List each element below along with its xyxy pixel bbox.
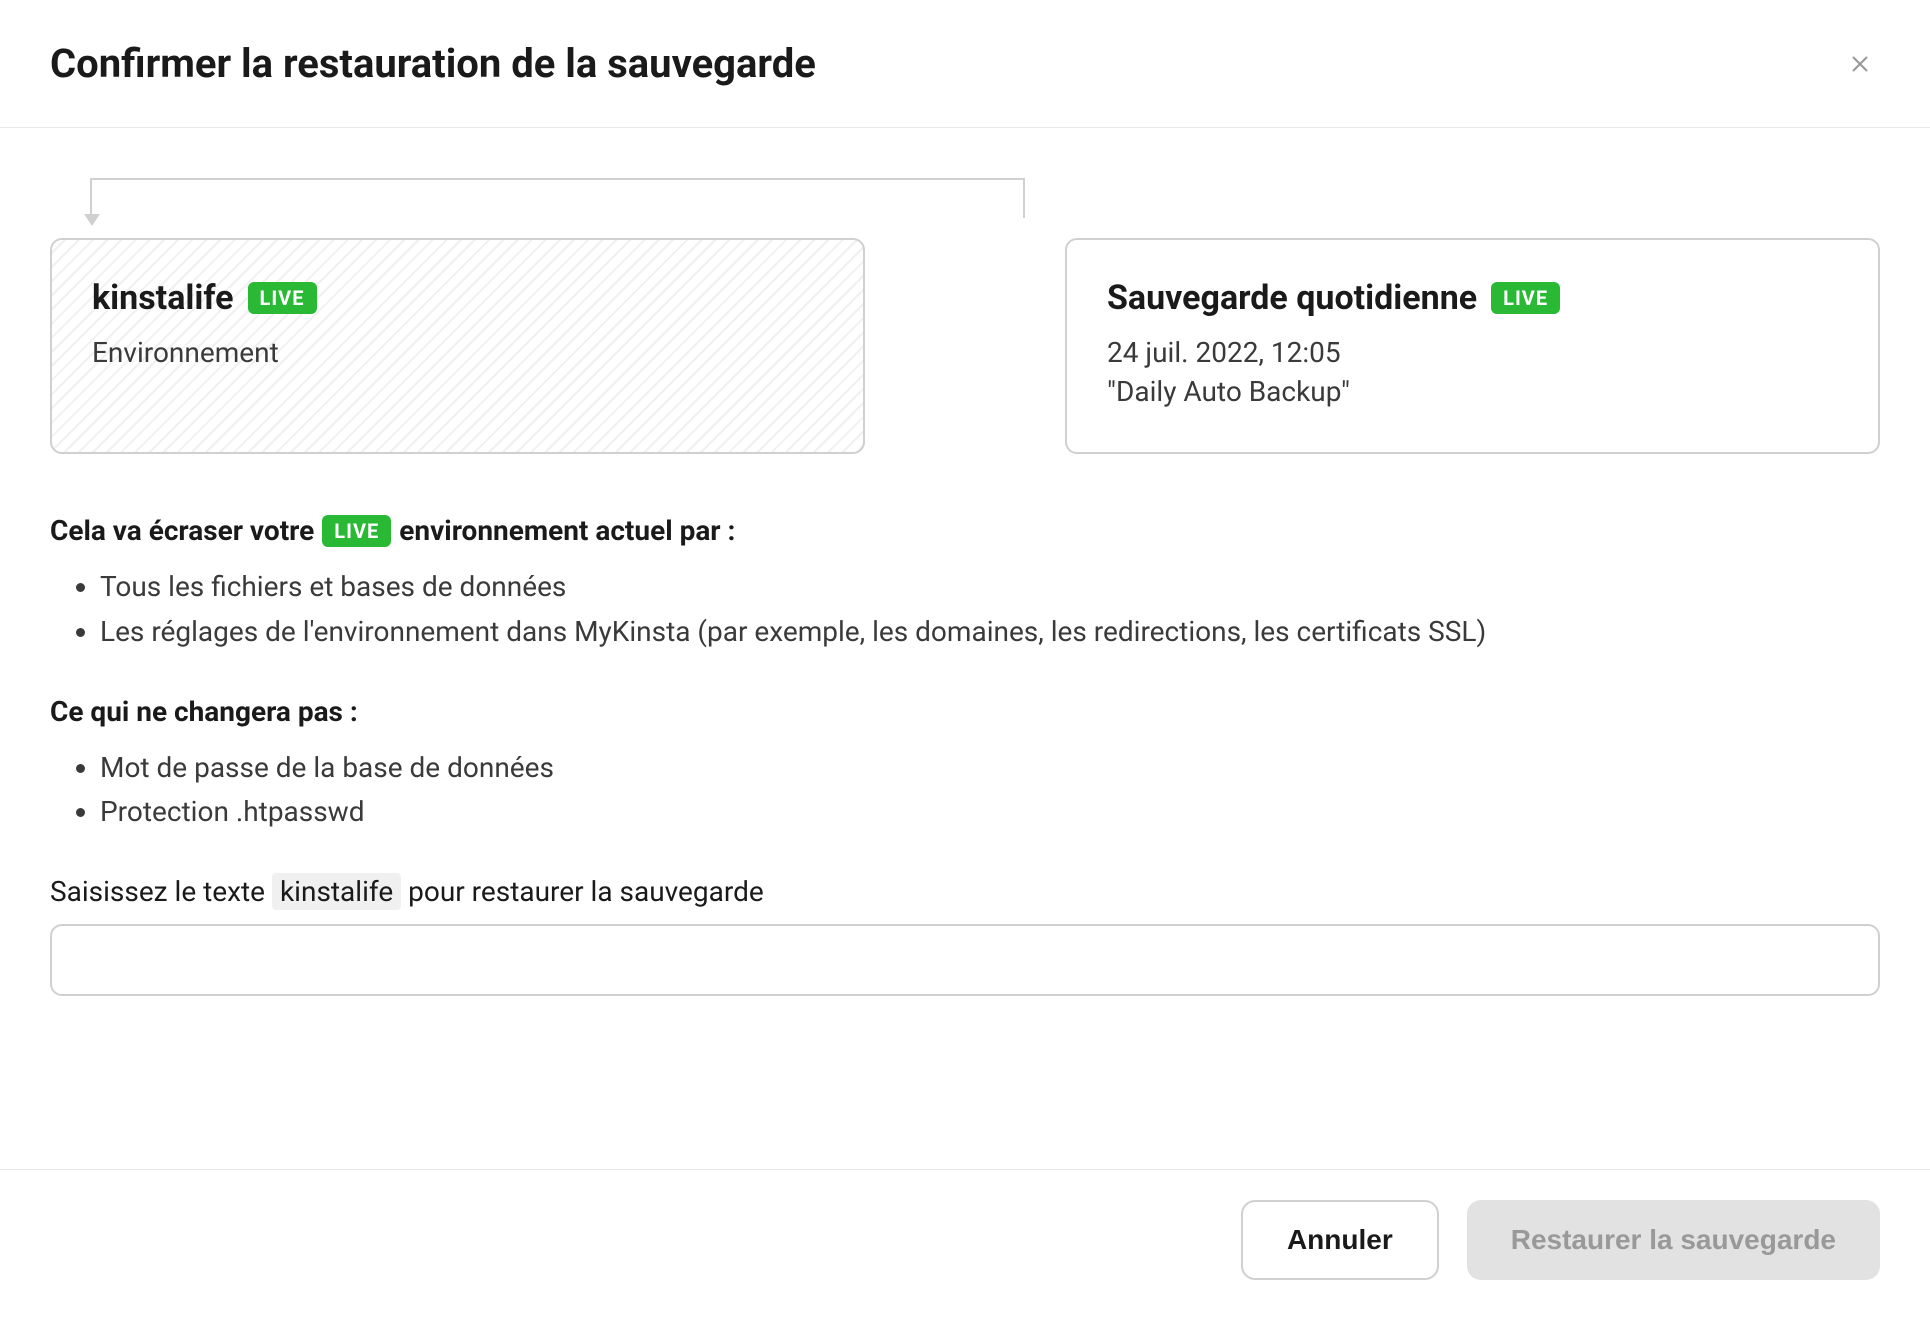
- confirm-suffix: pour restaurer la sauvegarde: [408, 875, 764, 908]
- overwrite-warning: Cela va écraser votre LIVE environnement…: [50, 514, 1880, 547]
- target-subtitle: Environnement: [92, 336, 823, 369]
- live-badge: LIVE: [322, 515, 391, 547]
- source-title: Sauvegarde quotidienne: [1107, 278, 1477, 318]
- flow-arrow: [50, 178, 1880, 238]
- modal-header: Confirmer la restauration de la sauvegar…: [0, 0, 1930, 128]
- confirm-instruction: Saisissez le texte kinstalife pour resta…: [50, 875, 1880, 908]
- source-backup-card: Sauvegarde quotidienne LIVE 24 juil. 202…: [1065, 238, 1880, 454]
- modal-footer: Annuler Restaurer la sauvegarde: [0, 1169, 1930, 1330]
- modal-title: Confirmer la restauration de la sauvegar…: [50, 40, 816, 87]
- unchanged-heading: Ce qui ne changera pas :: [50, 695, 1880, 728]
- list-item: Mot de passe de la base de données: [100, 746, 1880, 791]
- list-item: Les réglages de l'environnement dans MyK…: [100, 610, 1880, 655]
- list-item: Protection .htpasswd: [100, 790, 1880, 835]
- confirm-keyword: kinstalife: [272, 873, 401, 910]
- target-environment-card: kinstalife LIVE Environnement: [50, 238, 865, 454]
- target-card-header: kinstalife LIVE: [92, 278, 823, 318]
- list-item: Tous les fichiers et bases de données: [100, 565, 1880, 610]
- unchanged-list: Mot de passe de la base de données Prote…: [50, 746, 1880, 836]
- modal-body: kinstalife LIVE Environnement Sauvegarde…: [0, 128, 1930, 1169]
- source-description: "Daily Auto Backup": [1107, 375, 1838, 408]
- confirm-prefix: Saisissez le texte: [50, 875, 265, 908]
- source-date: 24 juil. 2022, 12:05: [1107, 336, 1838, 369]
- overwrite-list: Tous les fichiers et bases de données Le…: [50, 565, 1880, 655]
- cancel-button[interactable]: Annuler: [1241, 1200, 1439, 1280]
- target-name: kinstalife: [92, 278, 234, 318]
- confirm-input[interactable]: [50, 924, 1880, 996]
- restore-button[interactable]: Restaurer la sauvegarde: [1467, 1200, 1880, 1280]
- live-badge: LIVE: [248, 282, 317, 314]
- overwrite-suffix: environnement actuel par :: [399, 514, 735, 547]
- close-button[interactable]: [1840, 44, 1880, 84]
- live-badge: LIVE: [1491, 282, 1560, 314]
- cards-row: kinstalife LIVE Environnement Sauvegarde…: [50, 238, 1880, 454]
- confirm-restore-modal: Confirmer la restauration de la sauvegar…: [0, 0, 1930, 1330]
- overwrite-prefix: Cela va écraser votre: [50, 514, 314, 547]
- close-icon: [1848, 52, 1872, 76]
- source-card-header: Sauvegarde quotidienne LIVE: [1107, 278, 1838, 318]
